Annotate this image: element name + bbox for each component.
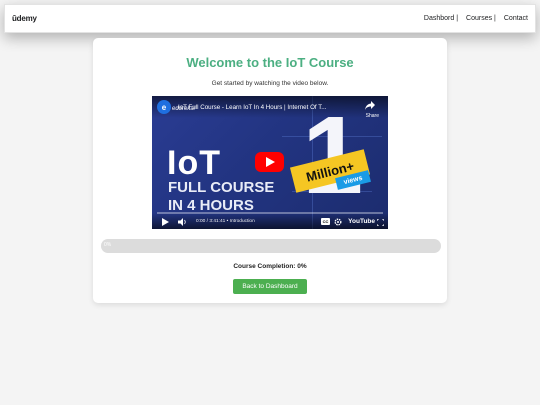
nav-link-contact[interactable]: Contact: [504, 15, 528, 22]
udemy-logo[interactable]: ūdemy: [12, 14, 37, 23]
share-label: Share: [365, 113, 379, 119]
play-button-icon[interactable]: [255, 152, 284, 172]
course-progress-label: 0%: [104, 242, 112, 248]
back-to-dashboard-button[interactable]: Back to Dashboard: [233, 279, 307, 294]
nav-link-dashboard[interactable]: Dashbord |: [424, 15, 458, 22]
nav-link-courses[interactable]: Courses |: [466, 15, 496, 22]
volume-icon[interactable]: [178, 218, 188, 226]
top-navbar: ūdemy Dashbord | Courses | Contact: [4, 4, 536, 33]
channel-avatar-icon[interactable]: e: [157, 100, 171, 114]
share-icon[interactable]: [365, 101, 375, 110]
course-card: Welcome to the IoT Course Get started by…: [93, 38, 447, 303]
video-title[interactable]: IoT Full Course - Learn IoT In 4 Hours |…: [178, 104, 326, 111]
page-subtitle: Get started by watching the video below.: [211, 80, 329, 87]
play-icon[interactable]: [162, 218, 169, 226]
youtube-logo[interactable]: YouTube: [348, 218, 375, 225]
thumbnail-headline: IoT: [167, 144, 221, 182]
captions-icon[interactable]: CC: [321, 218, 330, 225]
fullscreen-icon[interactable]: [377, 219, 384, 226]
page-title: Welcome to the IoT Course: [186, 55, 354, 70]
video-player[interactable]: 1 Million+ views IoT FULL COURSE IN 4 HO…: [152, 96, 388, 229]
video-progress-bar[interactable]: [157, 212, 383, 214]
course-progress-bar: 0%: [101, 239, 441, 253]
video-time: 0:00 / 3:41:41 • Introduction: [196, 219, 255, 224]
course-completion-text: Course Completion: 0%: [233, 263, 307, 270]
gear-icon[interactable]: [334, 218, 342, 226]
nav-links: Dashbord | Courses | Contact: [424, 15, 528, 22]
thumbnail-subheadline: FULL COURSE: [168, 179, 275, 196]
